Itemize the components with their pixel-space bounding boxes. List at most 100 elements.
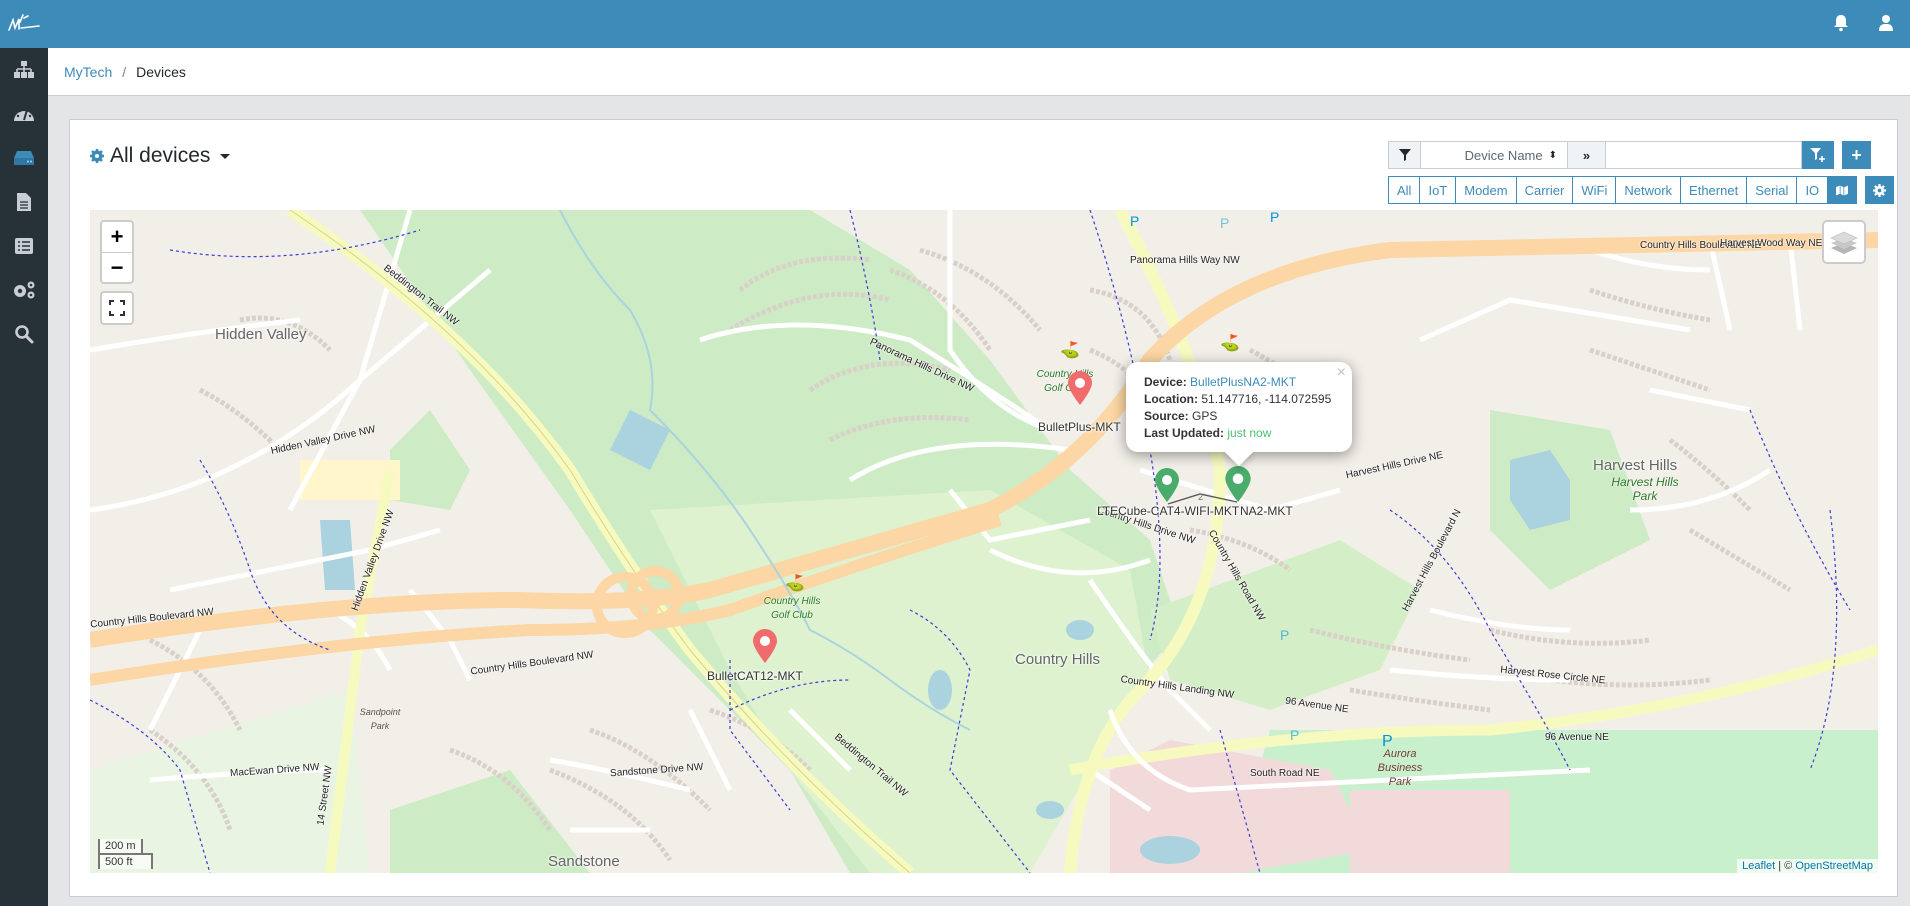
device-map[interactable]: P P P P P P 2 ⛳ ⛳ ⛳ Hidden Valley Country … xyxy=(90,210,1878,873)
search-icon xyxy=(15,325,34,344)
marker-label[interactable]: NA2-MKT xyxy=(1240,504,1293,518)
scale-imperial: 500 ft xyxy=(98,853,153,869)
cogs-icon xyxy=(14,281,35,299)
zoom-control: + − xyxy=(100,220,134,284)
close-icon[interactable]: × xyxy=(1337,364,1346,381)
popup-source-label: Source: xyxy=(1144,409,1189,423)
list-icon xyxy=(15,238,33,254)
sitemap-icon xyxy=(14,61,34,78)
tab-serial[interactable]: Serial xyxy=(1746,176,1798,204)
add-device-button[interactable]: + xyxy=(1842,141,1871,169)
svg-text:P: P xyxy=(1290,727,1299,743)
popup-device-label: Device: xyxy=(1144,375,1187,389)
breadcrumb-current: Devices xyxy=(136,63,186,80)
svg-text:P: P xyxy=(1280,627,1289,643)
map-attribution: Leaflet | © OpenStreetMap xyxy=(1737,859,1878,873)
place-label: Hidden Valley xyxy=(215,326,307,343)
mi-logo[interactable] xyxy=(6,12,42,36)
add-filter-button[interactable] xyxy=(1802,141,1834,169)
svg-text:⛳: ⛳ xyxy=(1220,333,1240,352)
filter-bar: Device Name ⬍ » + xyxy=(1388,141,1871,169)
park-label: Harvest Hills Park xyxy=(1611,475,1679,503)
device-group-dropdown[interactable]: All devices xyxy=(90,144,231,168)
attribution-separator: | © xyxy=(1775,860,1796,872)
device-marker[interactable] xyxy=(1067,370,1093,406)
marker-label[interactable]: LTECube-CAT4-WIFI-MKT xyxy=(1097,504,1239,518)
device-marker-selected[interactable] xyxy=(1224,465,1251,502)
sidebar-item-devices[interactable] xyxy=(0,136,48,180)
popup-location-value: 51.147716, -114.072595 xyxy=(1201,392,1332,406)
tab-iot[interactable]: IoT xyxy=(1419,176,1457,204)
fullscreen-button[interactable] xyxy=(100,291,134,325)
popup-location-label: Location: xyxy=(1144,392,1198,406)
breadcrumb-root[interactable]: MyTech xyxy=(64,64,112,80)
sidebar-item-list[interactable] xyxy=(0,224,48,268)
tab-io[interactable]: IO xyxy=(1796,176,1829,204)
sort-icon: ⬍ xyxy=(1548,149,1557,161)
map-view-toggle[interactable] xyxy=(1827,176,1858,204)
tab-modem[interactable]: Modem xyxy=(1455,176,1517,204)
breadcrumb: MyTech / Devices xyxy=(48,48,1910,96)
svg-text:P: P xyxy=(1220,215,1229,231)
sidebar-item-dashboard[interactable] xyxy=(0,92,48,136)
caret-down-icon xyxy=(220,153,231,159)
user-icon[interactable] xyxy=(1878,14,1898,34)
tab-all[interactable]: All xyxy=(1388,176,1421,204)
filter-icon xyxy=(1388,141,1421,169)
map-icon xyxy=(1836,185,1849,195)
sidebar-item-network-topology[interactable] xyxy=(0,48,48,92)
road-label: South Road NE xyxy=(1250,768,1320,779)
place-label: Harvest Hills xyxy=(1593,457,1678,474)
page-title: All devices xyxy=(110,144,211,167)
tab-wifi[interactable]: WiFi xyxy=(1572,176,1617,204)
road-label: Harvest Wood Way NE xyxy=(1720,238,1823,249)
gear-icon xyxy=(1873,183,1887,197)
leaflet-link[interactable]: Leaflet xyxy=(1742,860,1775,872)
business-park-label: Aurora Business Park xyxy=(1377,748,1423,788)
devices-card: All devices Device Name ⬍ » + All IoT Mo… xyxy=(69,119,1898,897)
place-label: Sandstone xyxy=(548,853,620,870)
sidebar-item-search[interactable] xyxy=(0,312,48,356)
tab-network[interactable]: Network xyxy=(1615,176,1682,204)
map-tiles: P P P P P P 2 ⛳ ⛳⛳ xyxy=(90,210,1878,873)
file-icon xyxy=(17,193,31,211)
device-marker[interactable] xyxy=(1154,467,1180,503)
svg-text:P: P xyxy=(1130,213,1139,229)
tachometer-icon xyxy=(14,109,34,121)
layers-button[interactable] xyxy=(1822,220,1866,264)
osm-link[interactable]: OpenStreetMap xyxy=(1795,860,1873,872)
zoom-in-button[interactable]: + xyxy=(102,222,132,252)
sidebar xyxy=(0,48,48,906)
svg-text:P: P xyxy=(1270,210,1279,225)
table-settings-button[interactable] xyxy=(1865,176,1895,204)
sidebar-item-settings[interactable] xyxy=(0,268,48,312)
filter-search-input[interactable] xyxy=(1605,141,1802,169)
popup-device-link[interactable]: BulletPlusNA2-MKT xyxy=(1190,375,1296,389)
breadcrumb-separator: / xyxy=(122,63,127,80)
road-label: 96 Avenue NE xyxy=(1545,732,1609,743)
tab-carrier[interactable]: Carrier xyxy=(1515,176,1574,204)
device-type-tabs: All IoT Modem Carrier WiFi Network Ether… xyxy=(1388,176,1895,204)
popup-updated-label: Last Updated: xyxy=(1144,426,1225,440)
layers-icon xyxy=(1830,231,1858,254)
filter-field-select[interactable]: Device Name ⬍ xyxy=(1420,141,1568,169)
gear-icon xyxy=(90,149,104,163)
zoom-out-button[interactable]: − xyxy=(102,252,132,282)
cluster-count: 2 xyxy=(1198,492,1203,502)
device-marker[interactable] xyxy=(752,628,778,664)
hdd-icon xyxy=(14,151,34,165)
double-chevron-right-icon[interactable]: » xyxy=(1567,141,1606,169)
tab-ethernet[interactable]: Ethernet xyxy=(1680,176,1748,204)
top-navbar xyxy=(0,0,1910,48)
device-popup: × Device: BulletPlusNA2-MKT Location: 51… xyxy=(1126,362,1352,467)
svg-text:⛳: ⛳ xyxy=(1060,340,1080,359)
park-label: Sandpoint Park xyxy=(359,707,401,731)
fullscreen-icon xyxy=(109,300,125,316)
filter-plus-icon xyxy=(1810,148,1825,162)
bell-icon[interactable] xyxy=(1833,14,1853,34)
marker-label[interactable]: BulletPlus-MKT xyxy=(1038,420,1121,434)
marker-label[interactable]: BulletCAT12-MKT xyxy=(707,669,803,683)
road-label: Panorama Hills Way NW xyxy=(1130,255,1240,266)
golf-label: Country Hills Golf Club xyxy=(763,596,821,621)
sidebar-item-reports[interactable] xyxy=(0,180,48,224)
